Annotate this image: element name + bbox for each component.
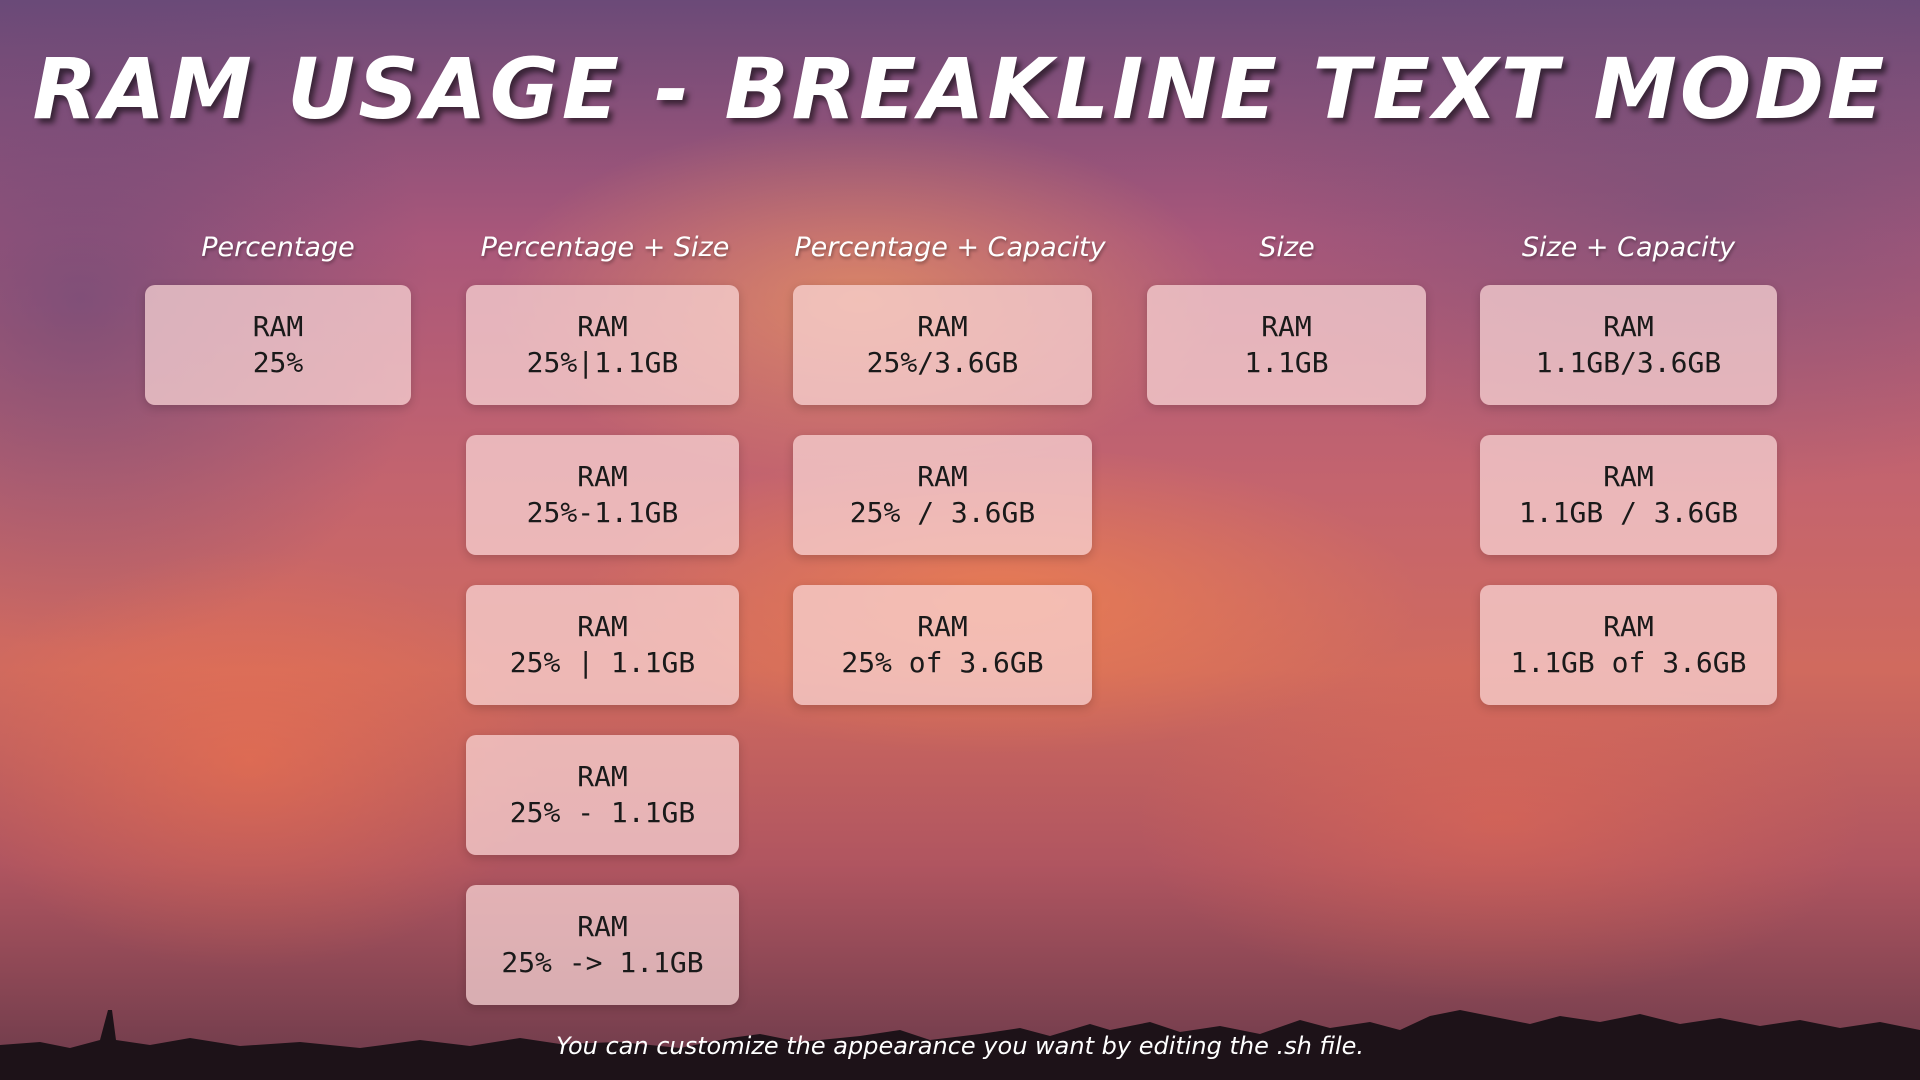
percentage-capacity-card: RAM 25% of 3.6GB xyxy=(793,585,1092,705)
card-label: RAM xyxy=(577,760,628,793)
percentage-size-card: RAM 25% - 1.1GB xyxy=(466,735,739,855)
card-label: RAM xyxy=(577,310,628,343)
card-value: 25% of 3.6GB xyxy=(841,646,1044,679)
column-heading-percentage-size: Percentage + Size xyxy=(480,232,730,263)
column-heading-size: Size xyxy=(1259,232,1315,263)
percentage-card: RAM 25% xyxy=(145,285,411,405)
card-value: 25% - 1.1GB xyxy=(509,796,696,829)
card-label: RAM xyxy=(1603,310,1654,343)
card-value: 25%-1.1GB xyxy=(526,496,679,529)
card-label: RAM xyxy=(917,460,968,493)
card-value: 25%|1.1GB xyxy=(526,346,679,379)
card-label: RAM xyxy=(917,310,968,343)
card-value: 1.1GB / 3.6GB xyxy=(1518,496,1739,529)
percentage-size-card: RAM 25% -> 1.1GB xyxy=(466,885,739,1005)
card-value: 25% xyxy=(252,346,304,379)
card-label: RAM xyxy=(577,610,628,643)
card-label: RAM xyxy=(1261,310,1312,343)
percentage-capacity-card: RAM 25% / 3.6GB xyxy=(793,435,1092,555)
size-capacity-card: RAM 1.1GB / 3.6GB xyxy=(1480,435,1777,555)
card-value: 25%/3.6GB xyxy=(866,346,1019,379)
page-title: RAM USAGE - BREAKLINE TEXT MODE xyxy=(32,40,1888,138)
card-value: 1.1GB/3.6GB xyxy=(1535,346,1722,379)
card-label: RAM xyxy=(1603,610,1654,643)
footer-note: You can customize the appearance you wan… xyxy=(555,1032,1365,1060)
percentage-size-card: RAM 25%-1.1GB xyxy=(466,435,739,555)
percentage-capacity-card: RAM 25%/3.6GB xyxy=(793,285,1092,405)
percentage-size-card: RAM 25% | 1.1GB xyxy=(466,585,739,705)
column-heading-percentage: Percentage xyxy=(201,232,355,263)
card-value: 25% | 1.1GB xyxy=(509,646,696,679)
card-label: RAM xyxy=(577,910,628,943)
card-label: RAM xyxy=(252,310,304,343)
size-capacity-card: RAM 1.1GB of 3.6GB xyxy=(1480,585,1777,705)
size-card: RAM 1.1GB xyxy=(1147,285,1426,405)
card-value: 1.1GB xyxy=(1244,346,1329,379)
size-capacity-card: RAM 1.1GB/3.6GB xyxy=(1480,285,1777,405)
card-value: 25% / 3.6GB xyxy=(849,496,1036,529)
column-heading-percentage-capacity: Percentage + Capacity xyxy=(794,232,1106,263)
card-label: RAM xyxy=(1603,460,1654,493)
card-label: RAM xyxy=(577,460,628,493)
percentage-size-card: RAM 25%|1.1GB xyxy=(466,285,739,405)
town-skyline-silhouette xyxy=(0,1010,1920,1080)
card-value: 1.1GB of 3.6GB xyxy=(1510,646,1747,679)
card-value: 25% -> 1.1GB xyxy=(501,946,704,979)
card-label: RAM xyxy=(917,610,968,643)
column-heading-size-capacity: Size + Capacity xyxy=(1521,232,1736,263)
